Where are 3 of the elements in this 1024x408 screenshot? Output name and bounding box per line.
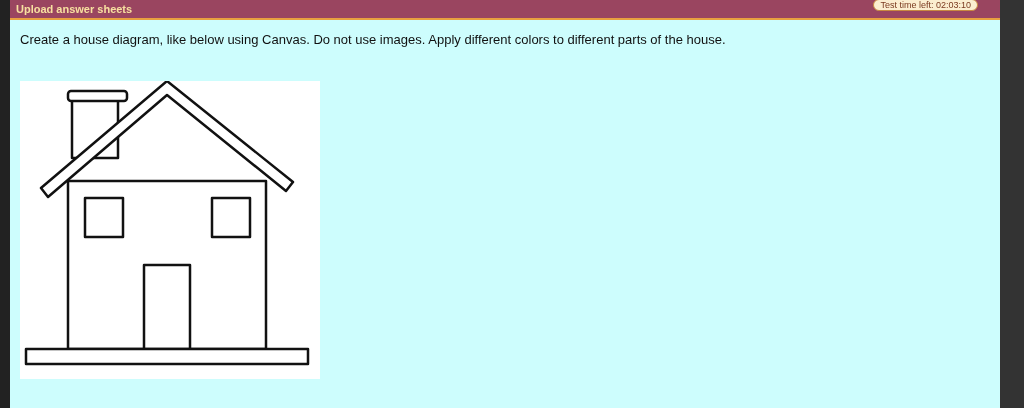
header-title: Upload answer sheets: [16, 3, 133, 15]
question-text: Create a house diagram, like below using Canvas. Do not use images. Apply different colors to different parts of the house.: [20, 32, 727, 47]
timer-badge: Test time left: 02:03:10: [873, 0, 978, 11]
